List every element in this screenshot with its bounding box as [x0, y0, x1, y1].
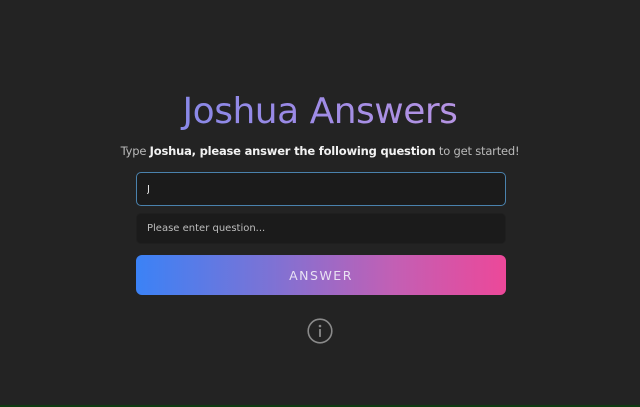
instructions-prefix: Type — [120, 144, 150, 158]
petition-input[interactable] — [136, 172, 506, 206]
app-page: Joshua Answers Type Joshua, please answe… — [0, 0, 640, 407]
instructions-suffix: to get started! — [435, 144, 520, 158]
app-title: Joshua Answers — [0, 88, 640, 136]
instructions-phrase: Joshua, please answer the following ques… — [149, 144, 436, 158]
answer-button[interactable]: ANSWER — [136, 255, 506, 295]
question-input[interactable] — [136, 213, 506, 244]
instructions-text: Type Joshua, please answer the following… — [0, 143, 640, 159]
info-icon[interactable] — [307, 318, 333, 344]
